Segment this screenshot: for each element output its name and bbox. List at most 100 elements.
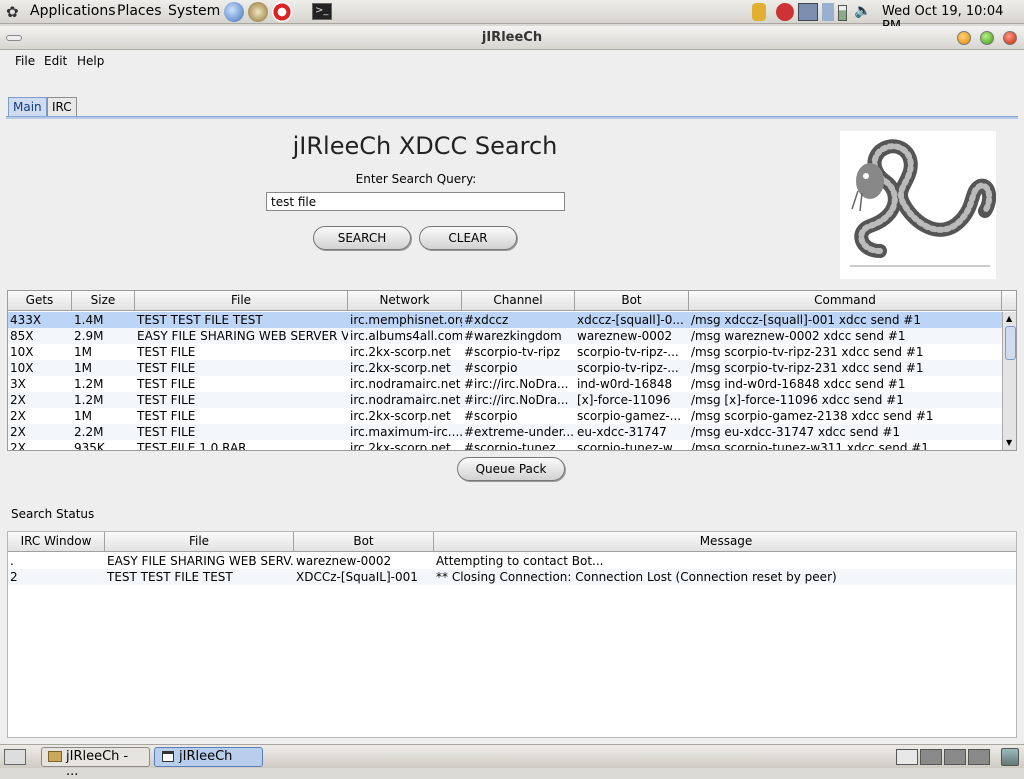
update-notifier-icon[interactable]	[776, 3, 794, 21]
scroll-down-icon[interactable]: ▼	[1006, 438, 1012, 447]
menu-edit[interactable]: Edit	[44, 54, 67, 68]
cell-file: EASY FILE SHARING WEB SERVER V...	[137, 329, 348, 343]
results-header-gets[interactable]: Gets	[8, 291, 72, 311]
table-row[interactable]: 2X 2.2M TEST FILE irc.maximum-irc.... #extre…	[8, 424, 1002, 440]
cell-file: TEST FILE	[137, 345, 196, 359]
table-row[interactable]: 433X 1.4M TEST TEST FILE TEST irc.memphisne…	[8, 312, 1002, 328]
table-row[interactable]: 2X 935K TEST FILE 1.0.RAR irc.2kx-scorp.net…	[8, 440, 1002, 451]
table-row[interactable]: 2X 1.2M TEST FILE irc.nodramairc.net #irc://…	[8, 392, 1002, 408]
help-lifebuoy-icon[interactable]	[272, 2, 292, 22]
results-header-file[interactable]: File	[135, 291, 348, 311]
web-browser-icon[interactable]	[224, 2, 244, 22]
cell-network: irc.2kx-scorp.net	[350, 345, 451, 359]
show-desktop-icon[interactable]	[4, 749, 26, 765]
network-monitor-icon[interactable]	[798, 3, 818, 21]
cell-file: TEST FILE	[137, 361, 196, 375]
cell-gets: 2X	[10, 441, 26, 451]
workspace-3[interactable]	[944, 749, 966, 765]
tab-main[interactable]: Main	[8, 97, 47, 117]
cell-bot: eu-xdcc-31747	[577, 425, 667, 439]
cell-size: 935K	[74, 441, 105, 451]
cell-bot: scorpio-tv-ripz-...	[577, 345, 679, 359]
status-header-irc-window[interactable]: IRC Window	[8, 532, 105, 552]
cell-channel: #xdccz	[464, 313, 509, 327]
menu-help[interactable]: Help	[77, 54, 104, 68]
applications-menu[interactable]: Applications	[30, 3, 116, 19]
serpent-logo	[840, 131, 997, 279]
cell-gets: 2X	[10, 393, 26, 407]
table-row[interactable]: 85X 2.9M EASY FILE SHARING WEB SERVER V...…	[8, 328, 1002, 344]
cell-gets: 10X	[10, 361, 34, 375]
cell-channel: #scorpio-tv-ripz	[464, 345, 561, 359]
table-row[interactable]: 10X 1M TEST FILE irc.2kx-scorp.net #scorpio-…	[8, 344, 1002, 360]
taskbar-item-label: jIRleeCh - ...	[66, 749, 129, 779]
list-item[interactable]: 2 TEST TEST FILE TEST XDCCz-[SquaIL]-001 **…	[8, 569, 1016, 585]
cell-bot: wareznew-0002	[577, 329, 673, 343]
cell-bot: ind-w0rd-16848	[577, 377, 673, 391]
cell-gets: 10X	[10, 345, 34, 359]
cell-size: 1M	[74, 409, 92, 423]
results-header-channel[interactable]: Channel	[462, 291, 575, 311]
results-header-command[interactable]: Command	[689, 291, 1002, 311]
close-icon[interactable]	[1003, 31, 1017, 45]
places-menu[interactable]: Places	[117, 3, 162, 19]
status-table: IRC Window File Bot Message . EASY FILE S…	[7, 531, 1017, 738]
search-button[interactable]: SEARCH	[313, 226, 411, 250]
status-header-file[interactable]: File	[105, 532, 294, 552]
cell-channel: #scorpio-tunez	[464, 441, 556, 451]
workspace-1[interactable]	[896, 749, 918, 765]
queue-pack-button[interactable]: Queue Pack	[457, 457, 565, 481]
taskbar-item-jirleech-folder[interactable]: jIRleeCh - ...	[41, 747, 150, 779]
table-row[interactable]: 3X 1.2M TEST FILE irc.nodramairc.net #irc://…	[8, 376, 1002, 392]
table-row[interactable]: 2X 1M TEST FILE irc.2kx-scorp.net #scorpio sc…	[8, 408, 1002, 424]
status-header-message[interactable]: Message	[434, 532, 1016, 552]
table-row[interactable]: 10X 1M TEST FILE irc.2kx-scorp.net #scorpio s…	[8, 360, 1002, 376]
email-icon[interactable]	[248, 2, 268, 22]
results-header-corner	[1002, 291, 1016, 311]
list-item[interactable]: . EASY FILE SHARING WEB SERV... wareznew-0…	[8, 553, 1016, 569]
cell-command: /msg wareznew-0002 xdcc send #1	[691, 329, 906, 343]
system-menu[interactable]: System	[168, 3, 220, 19]
battery-icon[interactable]	[838, 5, 847, 21]
display-icon[interactable]	[822, 3, 834, 21]
cell-file: TEST FILE	[137, 377, 196, 391]
workspace-4[interactable]	[968, 749, 990, 765]
workspace-2[interactable]	[920, 749, 942, 765]
results-header-size[interactable]: Size	[72, 291, 135, 311]
status-cell-message: Attempting to contact Bot...	[436, 554, 604, 568]
results-header-bot[interactable]: Bot	[575, 291, 689, 311]
clear-button[interactable]: CLEAR	[419, 226, 517, 250]
status-cell-bot: wareznew-0002	[296, 554, 392, 568]
maximize-icon[interactable]	[980, 31, 994, 45]
scroll-thumb[interactable]	[1005, 326, 1016, 360]
cell-network: irc.2kx-scorp.net	[350, 409, 451, 423]
menu-file[interactable]: File	[15, 54, 35, 68]
cell-network: irc.2kx-scorp.net	[350, 361, 451, 375]
trash-icon[interactable]	[1001, 748, 1019, 766]
top-panel: ✿ Applications Places System >_ 🔈 Wed Oc…	[0, 0, 1024, 34]
scroll-up-icon[interactable]: ▲	[1006, 314, 1012, 323]
cell-bot: scorpio-gamez-...	[577, 409, 682, 423]
window-titlebar[interactable]: jIRleeCh	[0, 26, 1024, 50]
status-cell-window: 2	[10, 570, 18, 584]
minimize-icon[interactable]	[957, 31, 971, 45]
cell-bot: scorpio-tv-ripz-...	[577, 361, 679, 375]
cell-file: TEST FILE	[137, 409, 196, 423]
tab-irc[interactable]: IRC	[47, 97, 77, 117]
cell-channel: #irc://irc.NoDra...	[464, 377, 569, 391]
terminal-icon[interactable]: >_	[312, 3, 332, 20]
results-scrollbar[interactable]: ▲ ▼	[1002, 312, 1016, 450]
volume-icon[interactable]: 🔈	[854, 3, 871, 19]
user-icon[interactable]	[752, 3, 766, 21]
cell-network: irc.albums4all.com	[350, 329, 462, 343]
status-header-bot[interactable]: Bot	[294, 532, 434, 552]
folder-icon	[48, 751, 62, 762]
cell-size: 2.9M	[74, 329, 104, 343]
cell-command: /msg xdccz-[squall]-001 xdcc send #1	[691, 313, 921, 327]
search-input[interactable]	[266, 192, 565, 211]
results-header-network[interactable]: Network	[348, 291, 462, 311]
gnome-foot-icon[interactable]: ✿	[6, 3, 19, 21]
taskbar-item-jirleech[interactable]: jIRleeCh	[154, 747, 263, 767]
cell-size: 1.2M	[74, 377, 104, 391]
cell-gets: 3X	[10, 377, 26, 391]
